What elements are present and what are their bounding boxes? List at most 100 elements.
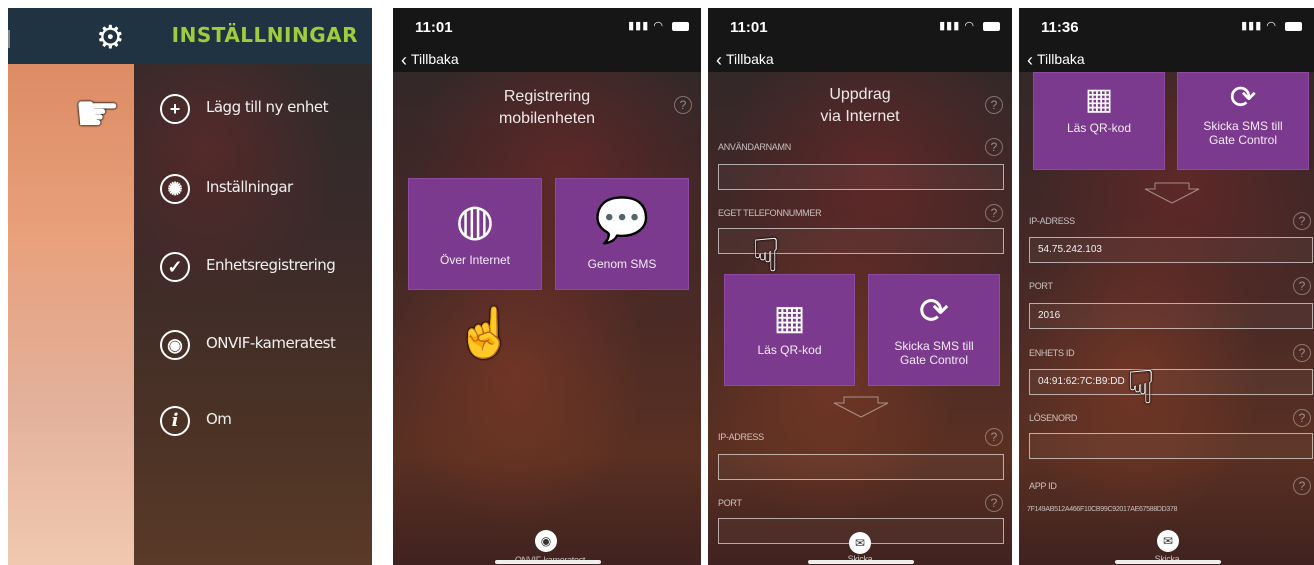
back-button[interactable]: ‹ Tillbaka <box>716 50 774 71</box>
menu-item-about[interactable]: i Om <box>160 404 360 440</box>
menu-item-settings[interactable]: ✺ Inställningar <box>160 172 360 208</box>
title-line-1: Registrering <box>503 88 591 105</box>
username-input[interactable] <box>718 164 1004 190</box>
qr-code-icon: ▦ <box>773 299 806 337</box>
pointing-hand-icon: ☟ <box>1127 361 1156 413</box>
nav-bar: ‹ Tillbaka <box>393 48 701 72</box>
edge-divider <box>8 30 10 48</box>
chevron-left-icon: ‹ <box>716 50 722 70</box>
phone-label: EGET TELEFONNUMMER <box>718 208 822 218</box>
menu-item-label: ONVIF-kameratest <box>206 334 336 352</box>
status-icons: ▮▮▮ ◠ <box>939 19 1000 32</box>
chevron-left-icon: ‹ <box>1027 50 1033 70</box>
back-label: Tillbaka <box>1037 51 1085 67</box>
port-input[interactable]: 2016 <box>1029 303 1313 329</box>
help-icon[interactable]: ? <box>674 96 692 114</box>
tile-over-internet[interactable]: ◍ Över Internet <box>408 178 542 290</box>
menu-item-add-device[interactable]: + Lägg till ny enhet <box>160 92 360 128</box>
title-line-1: Uppdrag <box>829 86 891 103</box>
username-label: ANVÄNDARNAMN <box>718 142 791 152</box>
port-label: PORT <box>1029 281 1053 291</box>
status-bar: 11:36 ▮▮▮ ◠ <box>1019 8 1314 48</box>
password-label: LÖSENORD <box>1029 413 1078 423</box>
status-bar: 11:01 ▮▮▮ ◠ <box>708 8 1012 48</box>
tile-send-sms[interactable]: ⟳ Skicka SMS till Gate Control <box>868 274 1000 386</box>
battery-icon <box>1285 21 1302 31</box>
tile-read-qr[interactable]: ▦ Läs QR-kod <box>1033 72 1165 170</box>
tile-label: Läs QR-kod <box>757 343 822 357</box>
help-icon[interactable]: ? <box>985 138 1003 156</box>
ip-input[interactable] <box>718 454 1004 480</box>
port-value: 2016 <box>1038 310 1061 321</box>
password-input[interactable] <box>1029 433 1313 459</box>
menu-item-label: Inställningar <box>206 178 293 196</box>
menu-item-label: Om <box>206 410 232 428</box>
home-indicator <box>495 560 601 564</box>
arrow-down-icon <box>1144 182 1200 204</box>
camera-circle-icon: ◉ <box>160 330 190 360</box>
tile-label: Genom SMS <box>587 257 657 271</box>
tile-read-qr[interactable]: ▦ Läs QR-kod <box>724 274 855 386</box>
device-id-label: ENHETS ID <box>1029 348 1075 358</box>
back-button[interactable]: ‹ Tillbaka <box>1027 50 1085 71</box>
gear-icon[interactable]: ⚙ <box>96 18 125 56</box>
ip-input[interactable]: 54.75.242.103 <box>1029 237 1313 263</box>
tile-label: Skicka SMS till Gate Control <box>894 339 974 367</box>
help-icon[interactable]: ? <box>985 204 1003 222</box>
title-line-2: mobilenheten <box>498 110 596 127</box>
status-bar: 11:01 ▮▮▮ ◠ <box>393 8 701 48</box>
menu-header: ⚙ INSTÄLLNINGAR <box>8 8 372 64</box>
tile-via-sms[interactable]: 💬 Genom SMS <box>555 178 689 290</box>
send-icon[interactable]: ✉ <box>849 532 871 554</box>
menu-item-device-registration[interactable]: ✓ Enhetsregistrering <box>160 250 360 286</box>
help-icon[interactable]: ? <box>1293 477 1311 495</box>
menu-item-label: Enhetsregistrering <box>206 256 336 274</box>
back-label: Tillbaka <box>411 51 459 67</box>
info-circle-icon: i <box>160 406 190 436</box>
qr-code-icon: ▦ <box>1084 83 1114 116</box>
menu-item-onvif-test[interactable]: ◉ ONVIF-kameratest <box>160 328 360 364</box>
device-id-input[interactable]: 04:91:62:7C:B9:DD <box>1029 369 1313 395</box>
tapping-hand-icon: ☝ <box>455 307 515 360</box>
arrow-down-icon <box>833 396 889 418</box>
tile-send-sms[interactable]: ⟳ Skicka SMS till Gate Control <box>1177 72 1309 170</box>
speech-bubbles-icon: 💬 <box>594 196 650 245</box>
camera-icon[interactable]: ◉ <box>535 530 557 552</box>
help-icon[interactable]: ? <box>1293 277 1311 295</box>
status-time: 11:36 <box>1041 19 1079 36</box>
tile-label: Skicka SMS till Gate Control <box>1203 119 1283 147</box>
status-time: 11:01 <box>415 19 453 36</box>
help-icon[interactable]: ? <box>985 428 1003 446</box>
ip-label: IP-ADRESS <box>1029 216 1075 226</box>
pointing-hand-icon: ☛ <box>74 85 121 143</box>
battery-icon <box>672 21 689 31</box>
status-icons: ▮▮▮ ◠ <box>1241 19 1302 32</box>
sync-bubble-icon: ⟳ <box>918 290 950 331</box>
registration-screen: 11:01 ▮▮▮ ◠ ‹ Tillbaka Registrering mobil… <box>393 8 701 565</box>
menu-item-label: Lägg till ny enhet <box>206 98 329 116</box>
gear-circle-icon: ✺ <box>160 174 190 204</box>
filled-assignment-screen: 11:36 ▮▮▮ ◠ ‹ Tillbaka ▦ Läs QR-kod ⟳ Ski… <box>1019 8 1314 565</box>
home-indicator <box>808 560 914 564</box>
check-circle-icon: ✓ <box>160 252 190 282</box>
title-line-2: via Internet <box>820 108 900 125</box>
help-icon[interactable]: ? <box>1293 212 1311 230</box>
help-icon[interactable]: ? <box>1293 409 1311 427</box>
app-id-label: APP ID <box>1029 481 1057 491</box>
app-id-value: 7F149AB512A466F10CB99C92017AE67588DD378 <box>1027 506 1178 513</box>
help-icon[interactable]: ? <box>985 494 1003 512</box>
tile-label: Läs QR-kod <box>1066 121 1132 135</box>
battery-icon <box>983 21 1000 31</box>
internet-assignment-screen: 11:01 ▮▮▮ ◠ ‹ Tillbaka Uppdrag via Intern… <box>708 8 1012 565</box>
plus-circle-icon: + <box>160 94 190 124</box>
settings-menu-screen: ⚙ INSTÄLLNINGAR + Lägg till ny enhet ✺ I… <box>8 8 372 565</box>
help-icon[interactable]: ? <box>1293 344 1311 362</box>
back-button[interactable]: ‹ Tillbaka <box>401 50 459 71</box>
page-title: Uppdrag via Internet <box>708 84 1012 128</box>
status-icons: ▮▮▮ ◠ <box>628 19 689 32</box>
chevron-left-icon: ‹ <box>401 50 407 70</box>
ip-value: 54.75.242.103 <box>1038 244 1102 255</box>
send-icon[interactable]: ✉ <box>1157 530 1179 552</box>
menu-header-title: INSTÄLLNINGAR <box>171 23 358 47</box>
help-icon[interactable]: ? <box>985 96 1003 114</box>
